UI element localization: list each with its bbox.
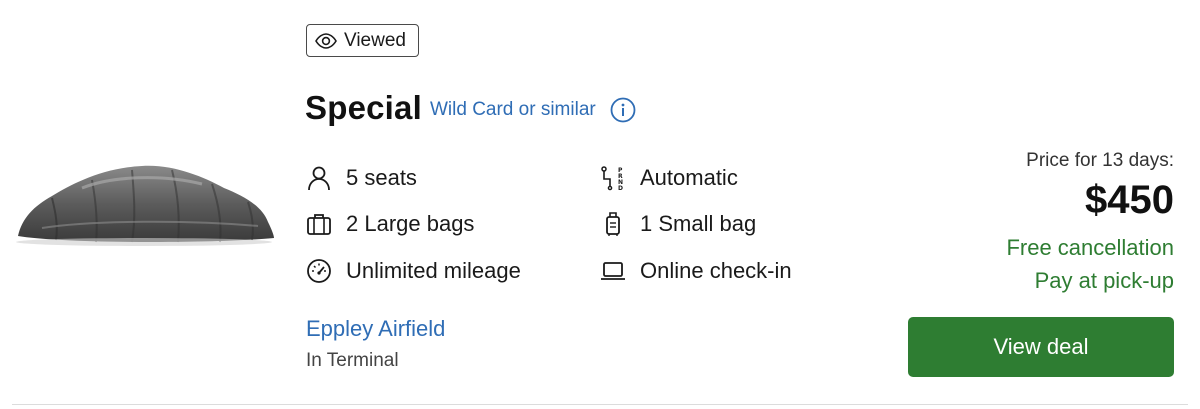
small-bag-icon: [606, 212, 620, 236]
car-category-title: Special: [305, 89, 422, 126]
viewed-badge: Viewed: [306, 24, 419, 57]
large-bags-label: 2 Large bags: [346, 211, 475, 236]
price-label: Price for 13 days:: [1026, 150, 1174, 171]
small-bag-label: 1 Small bag: [640, 211, 757, 236]
feature-transmission: P R N D Automatic: [600, 163, 738, 193]
checkin-label: Online check-in: [640, 258, 792, 283]
suitcase-icon: [307, 214, 331, 235]
pickup-location-link[interactable]: Eppley Airfield: [306, 316, 445, 342]
car-title-row: Special Wild Card or similar: [305, 86, 636, 130]
mileage-label: Unlimited mileage: [346, 258, 521, 283]
free-cancellation-label: Free cancellation: [1006, 235, 1174, 260]
pickup-location-detail: In Terminal: [306, 350, 399, 371]
car-rental-card: Viewed Special Wild Card or similar 5 se…: [0, 0, 1200, 409]
car-model-link[interactable]: Wild Card or similar: [430, 99, 596, 121]
eye-icon: [315, 32, 337, 49]
laptop-icon: [601, 262, 625, 280]
person-icon: [308, 166, 330, 191]
covered-car-icon[interactable]: [12, 158, 277, 248]
viewed-label: Viewed: [344, 29, 406, 51]
svg-text:D: D: [618, 185, 623, 191]
feature-small-bag: 1 Small bag: [600, 209, 756, 239]
price-amount: $450: [1085, 178, 1174, 222]
transmission-label: Automatic: [640, 165, 738, 190]
info-icon[interactable]: [610, 97, 636, 123]
feature-mileage: Unlimited mileage: [306, 256, 521, 286]
card-divider: [12, 404, 1188, 405]
feature-checkin: Online check-in: [600, 256, 792, 286]
speedometer-icon: [307, 259, 331, 283]
seats-label: 5 seats: [346, 165, 417, 190]
view-deal-button[interactable]: View deal: [908, 317, 1174, 377]
gear-shift-icon: P R N D: [601, 166, 623, 191]
feature-large-bags: 2 Large bags: [306, 209, 474, 239]
feature-seats: 5 seats: [306, 163, 417, 193]
pay-at-pickup-label: Pay at pick-up: [1034, 268, 1174, 293]
